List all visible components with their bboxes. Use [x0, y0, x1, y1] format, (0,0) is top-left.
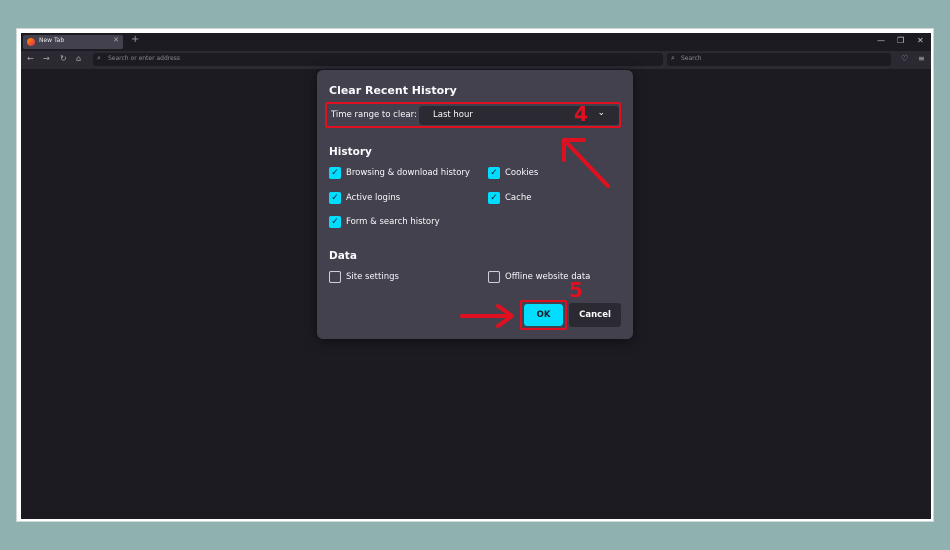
search-icon: ⌕ [97, 54, 101, 62]
search-placeholder: Search [681, 55, 702, 62]
tab-title: New Tab [39, 37, 65, 44]
checkbox-unchecked-icon [488, 271, 500, 283]
step-5-annotation: 5 [569, 278, 583, 302]
tab-close-icon[interactable]: ✕ [113, 36, 119, 44]
minimize-icon[interactable]: — [877, 36, 885, 45]
time-range-label: Time range to clear: [331, 110, 417, 120]
chevron-down-icon: ⌄ [597, 108, 605, 118]
checkbox-active-logins[interactable]: ✓ Active logins [329, 192, 400, 204]
cancel-button[interactable]: Cancel [569, 303, 621, 327]
history-heading: History [329, 146, 372, 158]
pocket-icon[interactable]: ♡ [901, 54, 908, 63]
checkbox-browsing-history[interactable]: ✓ Browsing & download history [329, 167, 470, 179]
checkbox-unchecked-icon [329, 271, 341, 283]
nav-bar: ← → ↻ ⌂ ⌕ Search or enter address ⌕ Sear… [21, 51, 931, 69]
tab-new-tab[interactable]: New Tab ✕ [23, 35, 123, 49]
checkbox-label: Site settings [346, 272, 399, 282]
menu-icon[interactable]: ≡ [918, 54, 925, 63]
back-icon[interactable]: ← [27, 54, 34, 63]
tab-bar: New Tab ✕ + — ❐ ✕ [21, 33, 931, 51]
checkbox-checked-icon: ✓ [329, 216, 341, 228]
checkbox-label: Browsing & download history [346, 168, 470, 178]
new-tab-icon[interactable]: + [131, 34, 139, 45]
url-placeholder: Search or enter address [108, 55, 181, 62]
checkbox-label: Active logins [346, 193, 401, 203]
checkbox-label: Cache [505, 193, 532, 203]
home-icon[interactable]: ⌂ [76, 54, 81, 63]
firefox-icon [27, 38, 35, 46]
checkbox-checked-icon: ✓ [329, 167, 341, 179]
window-close-icon[interactable]: ✕ [917, 36, 924, 45]
checkbox-cache[interactable]: ✓ Cache [488, 192, 531, 204]
search-bar[interactable]: ⌕ Search [667, 53, 891, 66]
checkbox-label: Form & search history [346, 217, 440, 227]
forward-icon[interactable]: → [43, 54, 50, 63]
maximize-icon[interactable]: ❐ [897, 36, 904, 45]
checkbox-checked-icon: ✓ [488, 167, 500, 179]
data-heading: Data [329, 250, 357, 262]
search-icon: ⌕ [671, 54, 675, 62]
checkbox-cookies[interactable]: ✓ Cookies [488, 167, 538, 179]
checkbox-checked-icon: ✓ [488, 192, 500, 204]
dialog-title: Clear Recent History [329, 84, 457, 97]
time-range-value: Last hour [433, 110, 473, 120]
checkbox-site-settings[interactable]: Site settings [329, 271, 399, 283]
checkbox-checked-icon: ✓ [329, 192, 341, 204]
checkbox-label: Cookies [505, 168, 539, 178]
step-4-annotation: 4 [574, 102, 588, 126]
ok-button-highlight: OK [520, 300, 567, 330]
ok-button[interactable]: OK [524, 304, 563, 326]
reload-icon[interactable]: ↻ [60, 54, 67, 63]
url-bar[interactable]: ⌕ Search or enter address [93, 53, 663, 66]
checkbox-form-search-history[interactable]: ✓ Form & search history [329, 216, 440, 228]
time-range-select[interactable]: Last hour ⌄ [419, 106, 619, 125]
